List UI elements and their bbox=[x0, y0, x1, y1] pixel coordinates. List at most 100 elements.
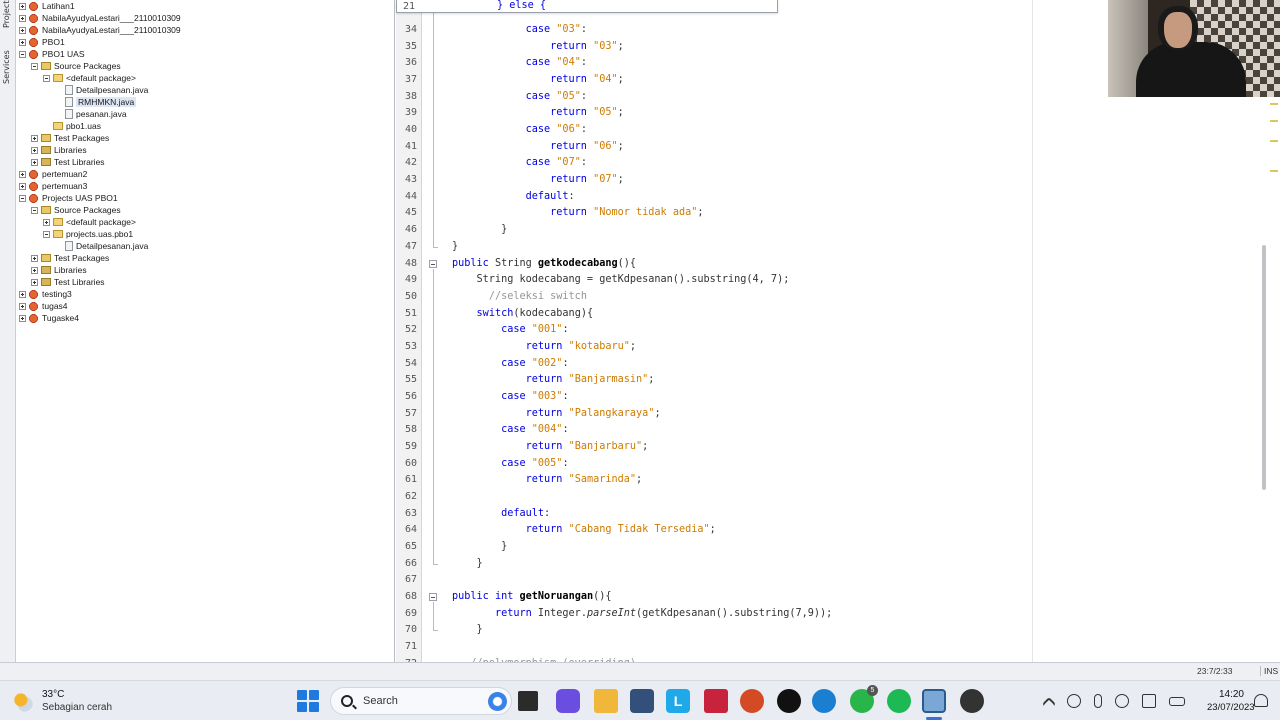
whatsapp-app[interactable]: 5 bbox=[850, 685, 878, 713]
code-line[interactable]: case "06": bbox=[452, 122, 587, 138]
code-line[interactable]: } bbox=[452, 539, 507, 555]
tree-node-libs[interactable]: Libraries bbox=[31, 144, 87, 156]
tree-node-project[interactable]: pertemuan2 bbox=[19, 168, 87, 180]
mcafee-app[interactable] bbox=[704, 689, 728, 713]
expand-toggle-icon[interactable] bbox=[19, 290, 26, 298]
tree-node-project[interactable]: PBO1 bbox=[19, 36, 65, 48]
code-line[interactable]: return "Samarinda"; bbox=[452, 472, 643, 488]
tree-node-file[interactable]: RMHMKN.java bbox=[55, 96, 137, 108]
tree-node-project[interactable]: PBO1 UAS bbox=[19, 48, 85, 60]
line-number[interactable]: 69 bbox=[405, 608, 417, 619]
code-line[interactable]: } bbox=[452, 222, 507, 238]
code-line[interactable]: return "05"; bbox=[452, 105, 624, 121]
tree-node-package[interactable]: projects.uas.pbo1 bbox=[43, 228, 133, 240]
code-line[interactable]: default: bbox=[452, 506, 550, 522]
tree-node-project[interactable]: NabilaAyudyaLestari___2110010309 bbox=[19, 24, 181, 36]
chevron-up-icon[interactable] bbox=[1041, 696, 1057, 712]
code-line[interactable]: default: bbox=[452, 189, 575, 205]
line-number[interactable]: 53 bbox=[405, 341, 417, 352]
expand-toggle-icon[interactable] bbox=[31, 254, 38, 262]
code-line[interactable]: //seleksi switch bbox=[452, 289, 587, 305]
store-app[interactable] bbox=[630, 689, 654, 713]
expand-toggle-icon[interactable] bbox=[19, 314, 26, 322]
line-number[interactable]: 51 bbox=[405, 308, 417, 319]
tree-node-project[interactable]: tugas4 bbox=[19, 300, 68, 312]
tab-projects[interactable]: Projects bbox=[2, 0, 14, 28]
code-line[interactable]: return Integer.parseInt(getKdpesanan().s… bbox=[452, 606, 832, 622]
expand-toggle-icon[interactable] bbox=[31, 278, 38, 286]
line-number[interactable]: 57 bbox=[405, 408, 417, 419]
line-number[interactable]: 55 bbox=[405, 374, 417, 385]
l-app[interactable]: L bbox=[666, 689, 690, 713]
code-line[interactable]: return "kotabaru"; bbox=[452, 339, 636, 355]
tree-node-project[interactable]: testing3 bbox=[19, 288, 72, 300]
code-line[interactable]: public String getkodecabang(){ bbox=[452, 256, 636, 272]
annotation-mark[interactable] bbox=[1270, 103, 1278, 105]
line-number[interactable]: 50 bbox=[405, 291, 417, 302]
tree-node-libs[interactable]: Test Libraries bbox=[31, 156, 105, 168]
tree-node-project[interactable]: Projects UAS PBO1 bbox=[19, 192, 118, 204]
collapse-toggle-icon[interactable] bbox=[19, 50, 26, 58]
line-number[interactable]: 38 bbox=[405, 91, 417, 102]
tree-node-srcpkg[interactable]: Source Packages bbox=[31, 204, 121, 216]
code-line[interactable]: case "04": bbox=[452, 55, 587, 71]
clock[interactable]: 14:20 23/07/2023 bbox=[1207, 688, 1255, 714]
code-line[interactable]: return "Nomor tidak ada"; bbox=[452, 205, 703, 221]
line-number[interactable]: 40 bbox=[405, 124, 417, 135]
code-line[interactable]: return "Banjarbaru"; bbox=[452, 439, 649, 455]
tree-node-project[interactable]: Tugaske4 bbox=[19, 312, 79, 324]
line-number[interactable]: 58 bbox=[405, 424, 417, 435]
teams-app[interactable] bbox=[556, 689, 580, 713]
tree-node-srcpkg[interactable]: Test Packages bbox=[31, 252, 109, 264]
line-number[interactable]: 48 bbox=[405, 258, 417, 269]
tree-node-package[interactable]: pbo1.uas bbox=[43, 120, 101, 132]
expand-toggle-icon[interactable] bbox=[19, 170, 26, 178]
battery-icon[interactable] bbox=[1169, 696, 1185, 706]
code-line[interactable]: String kodecabang = getKdpesanan().subst… bbox=[452, 272, 790, 288]
tiktok-app[interactable] bbox=[777, 689, 801, 713]
line-number[interactable]: 46 bbox=[405, 224, 417, 235]
notification-bell-icon[interactable] bbox=[1254, 694, 1268, 707]
line-number[interactable]: 37 bbox=[405, 74, 417, 85]
expand-toggle-icon[interactable] bbox=[19, 38, 26, 46]
line-number[interactable]: 67 bbox=[405, 574, 417, 585]
line-number[interactable]: 60 bbox=[405, 458, 417, 469]
powerpoint-app[interactable] bbox=[740, 689, 764, 713]
line-number[interactable]: 52 bbox=[405, 324, 417, 335]
line-number[interactable]: 54 bbox=[405, 358, 417, 369]
line-number[interactable]: 61 bbox=[405, 474, 417, 485]
line-number[interactable]: 70 bbox=[405, 624, 417, 635]
code-line[interactable]: } bbox=[452, 239, 458, 255]
line-number[interactable]: 35 bbox=[405, 41, 417, 52]
insert-mode[interactable]: INS bbox=[1260, 666, 1278, 676]
edge-app[interactable] bbox=[812, 689, 836, 713]
collapse-toggle-icon[interactable] bbox=[43, 230, 50, 238]
code-line[interactable]: public int getNoruangan(){ bbox=[452, 589, 612, 605]
tree-node-srcpkg[interactable]: Source Packages bbox=[31, 60, 121, 72]
line-number[interactable]: 65 bbox=[405, 541, 417, 552]
expand-toggle-icon[interactable] bbox=[19, 26, 26, 34]
code-line[interactable]: case "03": bbox=[452, 22, 587, 38]
code-line[interactable]: case "005": bbox=[452, 456, 569, 472]
expand-toggle-icon[interactable] bbox=[31, 146, 38, 154]
line-number[interactable]: 62 bbox=[405, 491, 417, 502]
code-line[interactable]: case "07": bbox=[452, 155, 587, 171]
line-number[interactable]: 43 bbox=[405, 174, 417, 185]
annotation-mark[interactable] bbox=[1270, 120, 1278, 122]
line-number[interactable]: 45 bbox=[405, 207, 417, 218]
expand-toggle-icon[interactable] bbox=[19, 302, 26, 310]
code-area[interactable]: case "03": return "03"; case "04": retur… bbox=[452, 0, 1032, 669]
collapse-toggle-icon[interactable] bbox=[43, 74, 50, 82]
code-line[interactable]: case "05": bbox=[452, 89, 587, 105]
expand-toggle-icon[interactable] bbox=[43, 218, 50, 226]
code-line[interactable]: case "002": bbox=[452, 356, 569, 372]
code-line[interactable]: return "Cabang Tidak Tersedia"; bbox=[452, 522, 716, 538]
code-line[interactable]: return "Banjarmasin"; bbox=[452, 372, 655, 388]
virtualbox-app[interactable] bbox=[922, 689, 946, 713]
code-editor[interactable]: 34 35 36 37 38 39 40 41 42 43 44 45 46 47 48 49 50 51 52 53… bbox=[396, 0, 1280, 669]
line-number[interactable]: 47 bbox=[405, 241, 417, 252]
tree-node-file[interactable]: pesanan.java bbox=[55, 108, 127, 120]
line-number[interactable]: 64 bbox=[405, 524, 417, 535]
annotation-mark[interactable] bbox=[1270, 170, 1278, 172]
collapse-toggle-icon[interactable] bbox=[19, 194, 26, 202]
